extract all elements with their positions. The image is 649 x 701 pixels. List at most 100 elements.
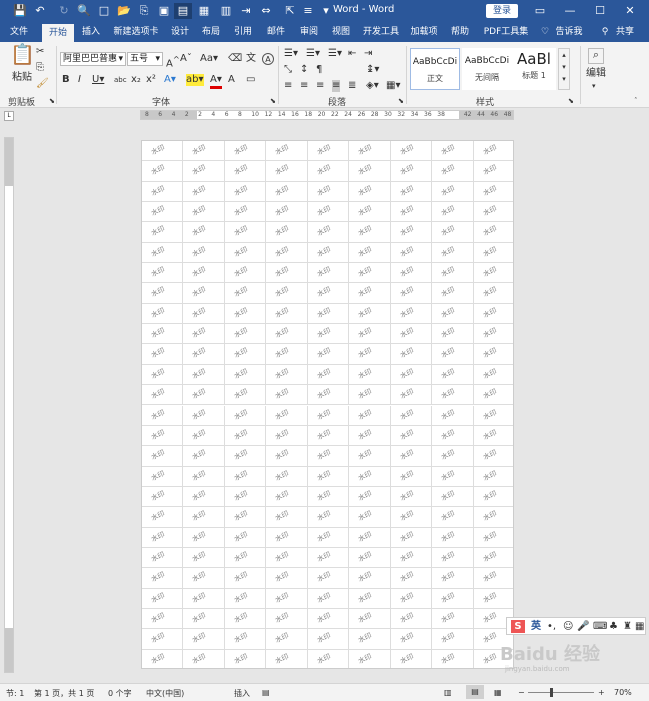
table-cell[interactable]: 水印 <box>432 588 474 609</box>
table-cell[interactable]: 水印 <box>142 181 184 203</box>
table-cell[interactable]: 水印 <box>224 344 267 365</box>
table-cell[interactable]: 水印 <box>266 161 308 182</box>
table-cell[interactable]: 水印 <box>473 568 513 589</box>
table-cell[interactable]: 水印 <box>266 405 308 426</box>
table-cell[interactable]: 水印 <box>307 405 350 426</box>
table-cell[interactable]: 水印 <box>224 486 267 508</box>
minimize-icon[interactable]: — <box>556 0 584 22</box>
table-cell[interactable]: 水印 <box>349 222 391 243</box>
table-cell[interactable]: 水印 <box>432 446 474 467</box>
table-cell[interactable]: 水印 <box>142 385 184 406</box>
table-cell[interactable]: 水印 <box>432 507 474 528</box>
table-cell[interactable]: 水印 <box>183 283 225 304</box>
table-cell[interactable]: 水印 <box>142 344 184 365</box>
open-icon[interactable]: 📂 <box>116 3 132 19</box>
ime-toolbar[interactable]: S 英 •, ☺ 🎤 ⌨ ♣ ♜ ▦ <box>506 617 646 635</box>
table-cell[interactable]: 水印 <box>183 588 225 609</box>
horizontal-ruler[interactable]: 8 6 4 2 2 4 6 8 10 12 14 16 18 20 22 24 26 28 30 32 34 36 38 42… <box>140 110 514 120</box>
table-cell[interactable]: 水印 <box>390 385 433 406</box>
font-launcher-icon[interactable]: ⬊ <box>270 95 276 107</box>
table-cell[interactable]: 水印 <box>224 324 267 345</box>
decrease-indent-icon[interactable]: ⇤ <box>348 48 356 60</box>
tab-file[interactable]: 文件 <box>4 22 34 42</box>
tab-help[interactable]: 帮助 <box>444 22 476 42</box>
table-cell[interactable]: 水印 <box>390 547 433 569</box>
table-cell[interactable]: 水印 <box>432 425 474 447</box>
table-cell[interactable]: 水印 <box>349 385 391 406</box>
align-right-icon[interactable]: ≡ <box>316 80 324 92</box>
enclose-char-icon[interactable]: A <box>262 53 274 65</box>
table-cell[interactable]: 水印 <box>307 141 350 162</box>
styles-launcher-icon[interactable]: ⬊ <box>568 95 574 107</box>
tab-addins[interactable]: 加载项 <box>406 22 442 42</box>
table-cell[interactable]: 水印 <box>266 344 308 365</box>
share-button[interactable]: 共享 <box>612 22 638 42</box>
table-cell[interactable]: 水印 <box>432 385 474 406</box>
table-cell[interactable]: 水印 <box>390 568 433 589</box>
tab-home[interactable]: 开始 <box>42 24 74 42</box>
table-cell[interactable]: 水印 <box>183 629 225 650</box>
table-cell[interactable]: 水印 <box>307 466 350 487</box>
table-cell[interactable]: 水印 <box>390 222 433 243</box>
increase-indent-icon[interactable]: ⇥ <box>364 48 372 60</box>
language-indicator[interactable]: 中文(中国) <box>146 688 184 699</box>
tab-layout[interactable]: 布局 <box>196 22 226 42</box>
table-cell[interactable]: 水印 <box>183 303 225 325</box>
table-cell[interactable]: 水印 <box>473 446 513 467</box>
table-cell[interactable]: 水印 <box>307 161 350 182</box>
table-cell[interactable]: 水印 <box>142 222 184 243</box>
table-cell[interactable]: 水印 <box>266 425 308 447</box>
align-left-icon[interactable]: ≡ <box>284 80 292 92</box>
table-cell[interactable]: 水印 <box>224 405 267 426</box>
char-border-icon[interactable]: ▭ <box>246 74 255 86</box>
table-cell[interactable]: 水印 <box>432 161 474 182</box>
web-layout-icon[interactable]: ▦ <box>494 688 502 697</box>
punct-icon[interactable]: •, <box>547 621 556 633</box>
table-cell[interactable]: 水印 <box>266 608 308 630</box>
table-cell[interactable]: 水印 <box>390 344 433 365</box>
table-cell[interactable]: 水印 <box>266 547 308 569</box>
cursor-icon[interactable]: ⇱ <box>282 3 298 19</box>
table-cell[interactable]: 水印 <box>390 303 433 325</box>
align-center-icon[interactable]: ≡ <box>300 80 308 92</box>
superscript-icon[interactable]: x² <box>146 74 156 86</box>
table-cell[interactable]: 水印 <box>142 527 184 548</box>
spacing-icon[interactable]: ≡ <box>300 3 316 19</box>
table-cell[interactable]: 水印 <box>307 344 350 365</box>
table-cell[interactable]: 水印 <box>307 547 350 569</box>
table-cell[interactable]: 水印 <box>432 527 474 548</box>
print-preview-icon[interactable]: 🔍 <box>76 3 92 19</box>
table-cell[interactable]: 水印 <box>307 608 350 630</box>
zoom-out-icon[interactable]: − <box>518 688 525 697</box>
table-cell[interactable]: 水印 <box>183 547 225 569</box>
table-cell[interactable]: 水印 <box>142 547 184 569</box>
table-cell[interactable]: 水印 <box>224 181 267 203</box>
table-cell[interactable]: 水印 <box>349 608 391 630</box>
table-cell[interactable]: 水印 <box>224 303 267 325</box>
layout-icon[interactable]: ▤ <box>174 3 192 19</box>
table-cell[interactable]: 水印 <box>266 283 308 304</box>
copy-icon[interactable]: ⎘ <box>136 3 152 19</box>
shrink-font-icon[interactable]: Aˇ <box>180 53 192 65</box>
table-cell[interactable]: 水印 <box>349 364 391 386</box>
table-cell[interactable]: 水印 <box>390 466 433 487</box>
table-cell[interactable]: 水印 <box>224 385 267 406</box>
numbering-icon[interactable]: ☰▾ <box>306 48 320 60</box>
edit-button[interactable]: 编辑 <box>586 68 606 80</box>
table-cell[interactable]: 水印 <box>307 181 350 203</box>
table-cell[interactable]: 水印 <box>349 486 391 508</box>
table-cell[interactable]: 水印 <box>224 507 267 528</box>
table-icon[interactable]: ▦ <box>196 3 212 19</box>
table-cell[interactable]: 水印 <box>266 527 308 548</box>
table-cell[interactable]: 水印 <box>432 568 474 589</box>
ribbon-display-icon[interactable]: ▭ <box>526 0 554 22</box>
table-cell[interactable]: 水印 <box>473 161 513 182</box>
table-cell[interactable]: 水印 <box>390 324 433 345</box>
table-cell[interactable]: 水印 <box>224 202 267 223</box>
redo-icon[interactable]: ↻ <box>56 3 72 19</box>
table-cell[interactable]: 水印 <box>224 141 267 162</box>
table-cell[interactable]: 水印 <box>349 446 391 467</box>
table-cell[interactable]: 水印 <box>432 405 474 426</box>
multilevel-icon[interactable]: ☰▾ <box>328 48 342 60</box>
table-cell[interactable]: 水印 <box>432 242 474 264</box>
